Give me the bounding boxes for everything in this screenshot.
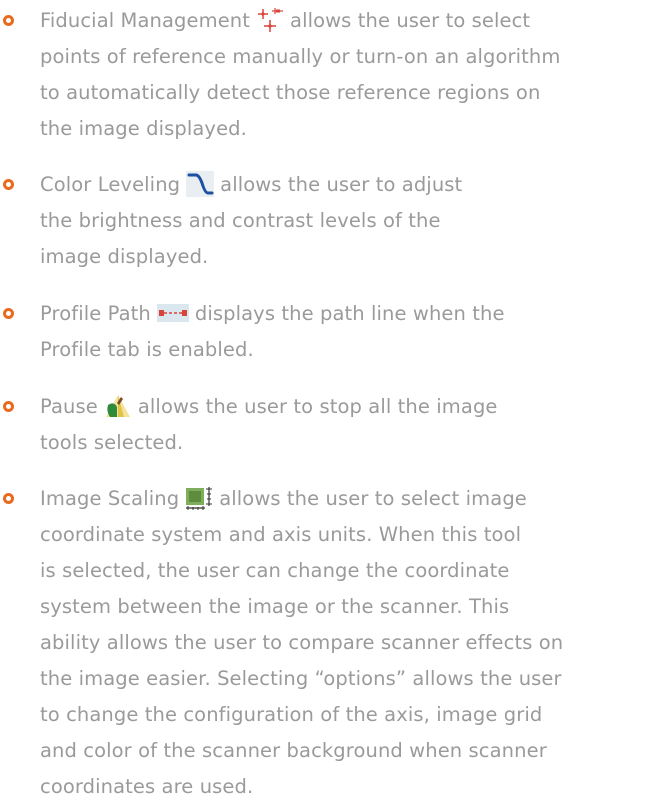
item-first-line: Fiducial Management allows the user to s… — [40, 3, 530, 39]
bullet-icon — [3, 493, 14, 504]
item-name: Pause — [40, 395, 98, 418]
item-description: allows the user to select image — [219, 487, 527, 510]
item-first-line: Pause allows the user to stop all the im… — [40, 389, 498, 425]
item-name: Fiducial Management — [40, 9, 251, 32]
item-line: ability allows the user to compare scann… — [40, 631, 564, 654]
item-line: to change the configuration of the axis,… — [40, 703, 543, 726]
item-line: system between the image or the scanner.… — [40, 595, 510, 618]
bullet-icon — [3, 179, 14, 190]
item-description: allows the user to adjust — [220, 173, 463, 196]
item-line: tools selected. — [40, 431, 184, 454]
bullet-icon — [3, 401, 14, 412]
item-line: coordinate system and axis units. When t… — [40, 523, 522, 546]
pause-tools-icon — [104, 393, 132, 419]
profile-path-icon — [156, 300, 189, 326]
item-line: the image displayed. — [40, 117, 247, 140]
item-description: allows the user to select — [290, 9, 531, 32]
item-name: Color Leveling — [40, 173, 181, 196]
item-line: is selected, the user can change the coo… — [40, 559, 510, 582]
item-line: Profile tab is enabled. — [40, 338, 254, 361]
feature-list: Fiducial Management allows the user to s… — [0, 0, 652, 798]
item-first-line: Color Leveling allows the user to adjust — [40, 167, 462, 203]
image-scaling-icon — [185, 485, 213, 511]
bullet-icon — [3, 15, 14, 26]
item-line: coordinates are used. — [40, 775, 254, 798]
fiducial-crosshair-icon — [256, 7, 284, 33]
item-description: displays the path line when the — [194, 302, 505, 325]
item-line: image displayed. — [40, 245, 209, 268]
bullet-icon — [3, 308, 14, 319]
color-leveling-curve-icon — [186, 171, 215, 197]
item-line: points of reference manually or turn-on … — [40, 45, 561, 68]
item-line: the brightness and contrast levels of th… — [40, 209, 441, 232]
item-line: the image easier. Selecting “options” al… — [40, 667, 562, 690]
item-first-line: Image Scaling allows the user to select … — [40, 481, 527, 517]
item-name: Image Scaling — [40, 487, 180, 510]
item-line: and color of the scanner background when… — [40, 739, 547, 762]
item-line: to automatically detect those reference … — [40, 81, 541, 104]
item-name: Profile Path — [40, 302, 151, 325]
item-first-line: Profile Path displays the path line when… — [40, 296, 505, 332]
item-description: allows the user to stop all the image — [137, 395, 498, 418]
